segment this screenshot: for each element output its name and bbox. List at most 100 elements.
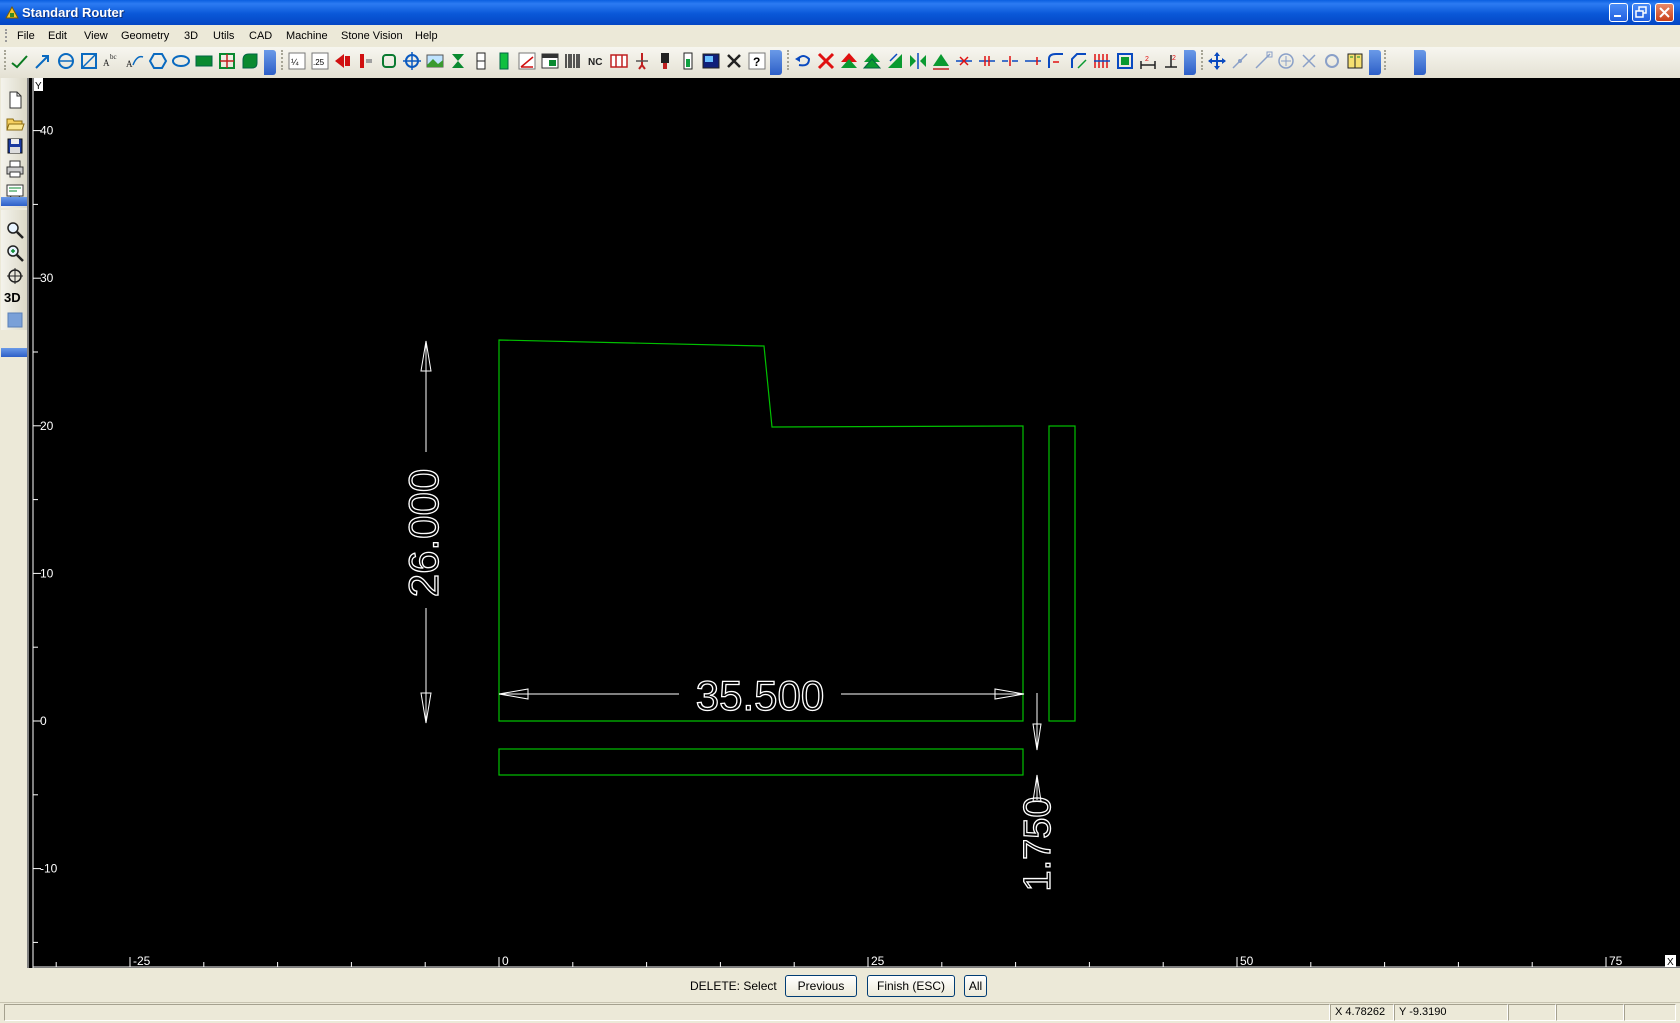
open-folder-icon[interactable] <box>5 113 25 133</box>
filled-rectangle-icon[interactable] <box>194 51 214 71</box>
countertop-outline[interactable] <box>498 339 1024 722</box>
rotate-icon[interactable] <box>885 51 905 71</box>
menu-3d[interactable]: 3D <box>184 30 198 42</box>
tool-holder-icon[interactable] <box>655 51 675 71</box>
angle-icon[interactable] <box>517 51 537 71</box>
window-layout-icon[interactable] <box>540 51 560 71</box>
fillet-icon[interactable] <box>1046 51 1066 71</box>
close-button[interactable] <box>1655 3 1674 22</box>
hourglass-icon[interactable] <box>448 51 468 71</box>
hexagon-icon[interactable] <box>148 51 168 71</box>
vertical-bar-icon[interactable] <box>471 51 491 71</box>
drawing-viewport[interactable]: 40 30 20 10 0 -10 -25 0 25 50 75 Y X 26.000 35.50… <box>29 78 1680 968</box>
shaded-view-icon[interactable] <box>5 310 25 330</box>
previous-button[interactable]: Previous <box>785 975 857 997</box>
snap-circle-icon[interactable] <box>1322 51 1342 71</box>
dimension-gap[interactable]: 1.750 <box>1016 693 1060 892</box>
toolbar-overflow-3[interactable] <box>1184 50 1196 75</box>
toolbar-overflow-1[interactable] <box>264 50 276 75</box>
line-arrow-icon[interactable] <box>33 51 53 71</box>
columns-icon[interactable] <box>609 51 629 71</box>
select-all-button[interactable]: All <box>964 975 987 997</box>
text-arc-icon[interactable]: Abc <box>102 51 122 71</box>
dimension-height[interactable]: 26.000 <box>399 340 448 724</box>
menu-geometry[interactable]: Geometry <box>121 30 169 42</box>
rounded-square-icon[interactable] <box>379 51 399 71</box>
print-icon[interactable] <box>5 159 25 179</box>
barcode-icon[interactable] <box>563 51 583 71</box>
dimension-width[interactable]: 35.500 <box>498 671 1025 720</box>
grid-point-icon[interactable] <box>217 51 237 71</box>
decimal-icon[interactable]: .25 <box>310 51 330 71</box>
crosshair-circle-icon[interactable] <box>402 51 422 71</box>
toolbar-grip[interactable] <box>1384 50 1389 70</box>
menu-help[interactable]: Help <box>415 30 438 42</box>
extend-icon[interactable] <box>977 51 997 71</box>
restore-button[interactable] <box>1632 3 1651 22</box>
dimension-vertical-icon[interactable]: 2 <box>1161 51 1181 71</box>
frame-icon[interactable] <box>1115 51 1135 71</box>
toolbar-grip[interactable] <box>787 50 792 70</box>
toolbar-overflow-2[interactable] <box>770 50 782 75</box>
image-icon[interactable] <box>425 51 445 71</box>
cad-drawing-canvas[interactable]: 40 30 20 10 0 -10 -25 0 25 50 75 Y X 26.000 35.50… <box>27 78 1680 968</box>
zoom-in-icon[interactable] <box>5 243 25 263</box>
zoom-extents-icon[interactable] <box>5 266 25 286</box>
file-toolbar-overflow[interactable] <box>1 197 27 206</box>
dimension-icon[interactable]: 2 <box>1138 51 1158 71</box>
move-up-icon[interactable] <box>839 51 859 71</box>
drill-icon[interactable] <box>632 51 652 71</box>
undo-icon[interactable] <box>793 51 813 71</box>
tools-icon[interactable] <box>724 51 744 71</box>
menu-file[interactable]: File <box>17 30 35 42</box>
polyline-icon[interactable] <box>10 51 30 71</box>
join-icon[interactable] <box>1023 51 1043 71</box>
snap-line-icon[interactable] <box>1230 51 1250 71</box>
rectangle-diagonal-icon[interactable] <box>79 51 99 71</box>
toolbar-grip[interactable] <box>1201 50 1206 70</box>
menu-view[interactable]: View <box>84 30 108 42</box>
snap-intersection-icon[interactable] <box>1299 51 1319 71</box>
snap-center-icon[interactable] <box>1276 51 1296 71</box>
library-book-icon[interactable] <box>1345 51 1365 71</box>
menu-cad[interactable]: CAD <box>249 30 272 42</box>
fraction-icon[interactable]: ¼ <box>287 51 307 71</box>
copy-up-icon[interactable] <box>862 51 882 71</box>
array-icon[interactable] <box>1092 51 1112 71</box>
new-file-icon[interactable] <box>5 90 25 110</box>
backsplash-strip-right[interactable] <box>1048 425 1076 722</box>
break-icon[interactable] <box>1000 51 1020 71</box>
snap-endpoint-icon[interactable] <box>1253 51 1273 71</box>
save-disk-icon[interactable] <box>5 136 25 156</box>
ellipse-icon[interactable] <box>171 51 191 71</box>
marker-icon[interactable] <box>356 51 376 71</box>
toolbar-overflow-5[interactable] <box>1414 50 1426 75</box>
red-arrow-icon[interactable] <box>333 51 353 71</box>
toolbar-grip[interactable] <box>281 50 286 70</box>
minimize-button[interactable] <box>1609 3 1628 22</box>
tool-green-icon[interactable] <box>678 51 698 71</box>
circle-icon[interactable] <box>56 51 76 71</box>
scale-icon[interactable] <box>931 51 951 71</box>
menu-grip[interactable] <box>5 29 9 42</box>
toolbar-grip[interactable] <box>4 50 9 70</box>
view-3d-label[interactable]: 3D <box>4 290 21 305</box>
text-curve-icon[interactable]: A <box>125 51 145 71</box>
pan-icon[interactable] <box>1207 51 1227 71</box>
delete-icon[interactable] <box>816 51 836 71</box>
view-toolbar-overflow[interactable] <box>1 348 27 357</box>
green-block-icon[interactable] <box>494 51 514 71</box>
menu-machine[interactable]: Machine <box>286 30 328 42</box>
trim-icon[interactable] <box>954 51 974 71</box>
toolbar-overflow-4[interactable] <box>1369 50 1381 75</box>
rounded-shape-icon[interactable] <box>240 51 260 71</box>
menu-utils[interactable]: Utils <box>213 30 234 42</box>
nc-code-icon[interactable]: NC <box>586 51 606 71</box>
menu-stone-vision[interactable]: Stone Vision <box>341 30 403 42</box>
backsplash-strip-bottom[interactable] <box>498 748 1024 776</box>
mirror-icon[interactable] <box>908 51 928 71</box>
screen-icon[interactable] <box>701 51 721 71</box>
help-icon[interactable]: ? <box>747 51 767 71</box>
zoom-window-icon[interactable] <box>5 220 25 240</box>
menu-edit[interactable]: Edit <box>48 30 67 42</box>
